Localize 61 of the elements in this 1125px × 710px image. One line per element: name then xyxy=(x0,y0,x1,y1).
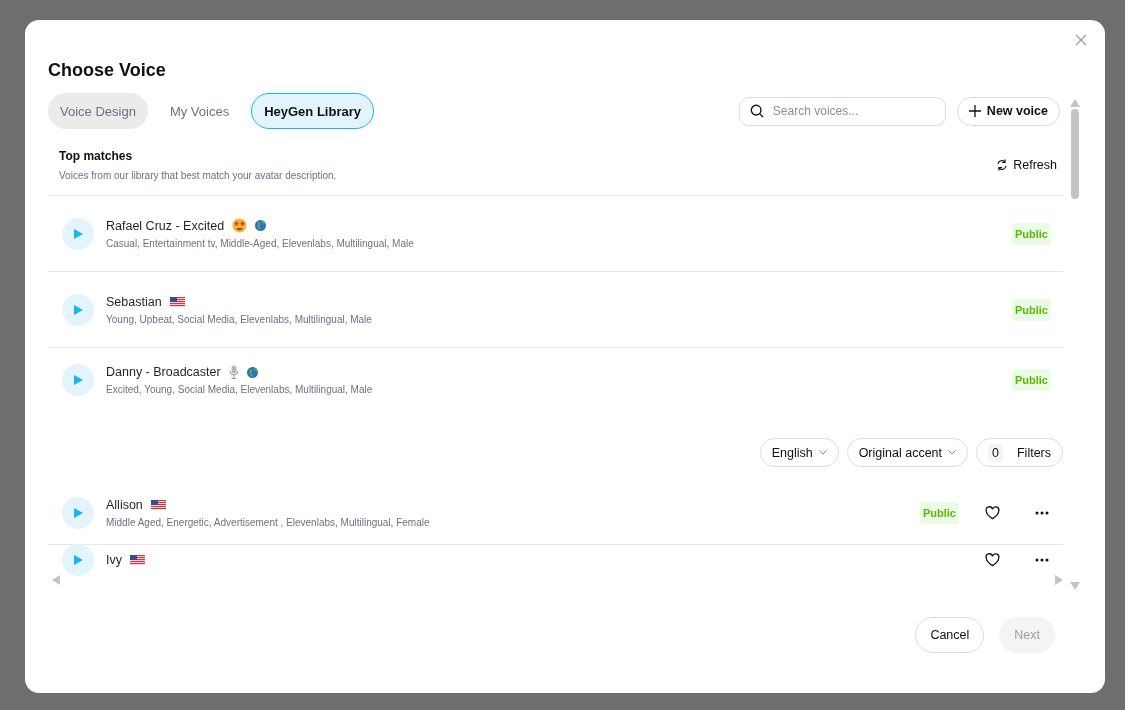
public-badge: Public xyxy=(920,501,959,524)
flag-icon xyxy=(130,555,145,565)
play-button[interactable] xyxy=(62,544,94,576)
plus-icon xyxy=(968,105,981,117)
search-field[interactable]: Search voices... xyxy=(738,96,946,126)
public-badge: Public xyxy=(1012,298,1051,321)
heart-icon xyxy=(984,505,1000,520)
scroll-left-arrow-icon[interactable] xyxy=(52,575,60,585)
public-badge: Public xyxy=(1012,222,1051,245)
public-badge: Public xyxy=(1012,369,1051,391)
flag-icon xyxy=(169,296,185,307)
voice-tags: Middle Aged, Energetic, Advertisement , Elevenlabs, Multilingual, Female xyxy=(106,516,908,528)
voice-name: Allison xyxy=(106,497,143,512)
scroll-up-arrow-icon[interactable] xyxy=(1070,99,1080,107)
globe-icon xyxy=(246,366,258,378)
voice-tags: Excited, Young, Social Media, Elevenlabs, Multilingual, Male xyxy=(106,384,1000,395)
tab[interactable]: My Voices xyxy=(158,93,241,129)
play-icon xyxy=(73,304,83,315)
flag-icon xyxy=(150,499,166,510)
favorite-button[interactable] xyxy=(983,551,1001,569)
more-icon xyxy=(1035,510,1049,515)
play-icon xyxy=(73,507,83,518)
cancel-button[interactable]: Cancel xyxy=(915,617,985,653)
microphone-icon xyxy=(228,365,239,379)
refresh-icon xyxy=(996,159,1009,171)
refresh-button[interactable]: Refresh xyxy=(996,158,1057,172)
close-icon xyxy=(1075,34,1087,46)
voice-name: Sebastian xyxy=(106,294,162,309)
scrollbar-thumb[interactable] xyxy=(1071,109,1079,199)
play-icon xyxy=(73,555,83,565)
voice-name: Danny - Broadcaster xyxy=(106,365,221,379)
dialog-title: Choose Voice xyxy=(48,60,167,80)
filter-count: 0 xyxy=(988,443,1003,462)
favorite-button[interactable] xyxy=(983,503,1001,522)
accent-dropdown[interactable]: Original accent xyxy=(846,438,968,467)
tab[interactable]: Voice Design xyxy=(48,93,148,129)
play-button[interactable] xyxy=(62,217,94,250)
play-icon xyxy=(73,375,83,385)
play-button[interactable] xyxy=(62,364,94,396)
globe-icon xyxy=(255,220,267,231)
voice-name: Rafael Cruz - Excited xyxy=(106,218,225,233)
voice-tags: Young, Upbeat, Social Media, Elevenlabs, Multilingual, Male xyxy=(106,313,1000,325)
voice-tags: Casual, Entertainment tv, Middle-Aged, Elevenlabs, Multilingual, Male xyxy=(106,238,1000,249)
chevron-down-icon xyxy=(948,450,956,455)
play-icon xyxy=(73,228,83,239)
section-title: Top matches xyxy=(59,149,134,163)
play-button[interactable] xyxy=(62,293,94,326)
chevron-down-icon xyxy=(818,450,827,455)
filters-button[interactable]: 0 Filters xyxy=(976,438,1063,467)
heart-icon xyxy=(984,553,1000,567)
voice-name: Ivy xyxy=(106,553,122,567)
search-icon xyxy=(749,104,764,118)
scroll-down-arrow-icon[interactable] xyxy=(1070,582,1080,590)
tab[interactable]: HeyGen Library xyxy=(251,93,374,129)
section-subtitle: Voices from our library that best match your avatar description. xyxy=(59,170,338,181)
play-button[interactable] xyxy=(62,496,94,529)
language-dropdown[interactable]: English xyxy=(759,438,839,467)
scroll-right-arrow-icon[interactable] xyxy=(1055,575,1063,585)
star-eyes-face-icon xyxy=(232,218,248,233)
more-icon xyxy=(1035,558,1049,562)
new-voice-button[interactable]: New voice xyxy=(956,96,1060,126)
